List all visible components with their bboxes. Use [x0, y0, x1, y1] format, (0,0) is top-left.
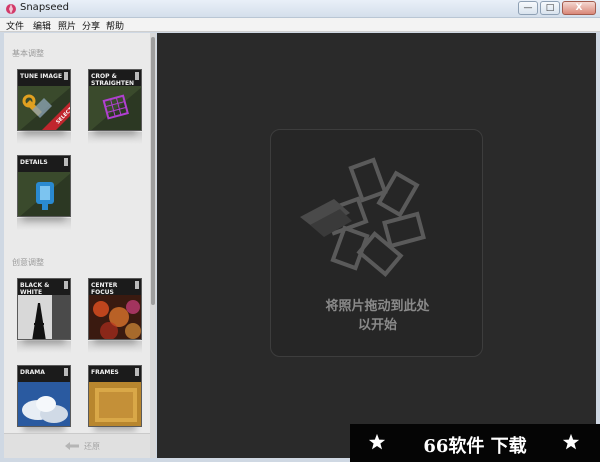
bokeh-photo — [89, 295, 141, 339]
tile-reflection — [88, 341, 142, 353]
tile-corner-mark — [64, 158, 68, 166]
tile-black-white[interactable]: BLACK & WHITE — [17, 278, 71, 340]
menu-bar: 文件 编辑 照片 分享 帮助 — [0, 18, 600, 32]
tile-corner-mark — [135, 72, 139, 80]
tile-label: CENTER FOCUS — [91, 282, 118, 296]
tools-icon: SELECTIVE — [18, 86, 70, 130]
tile-reflection — [17, 218, 71, 230]
tile-label: FRAMES — [91, 369, 119, 376]
menu-photo[interactable]: 照片 — [58, 19, 76, 32]
undo-button[interactable]: 还原 — [84, 441, 100, 452]
tile-label: CROP & STRAIGHTEN — [91, 73, 135, 87]
watermark-banner: 66软件 下载 — [350, 424, 600, 462]
photo-canvas[interactable]: 将照片拖动到此处 以开始 — [157, 33, 596, 458]
tile-crop-straighten[interactable]: CROP & STRAIGHTEN — [88, 69, 142, 131]
tile-corner-mark — [64, 72, 68, 80]
tile-label: BLACK & WHITE — [20, 282, 50, 296]
title-bar: Snapseed — □ X — [0, 0, 600, 18]
menu-edit[interactable]: 编辑 — [33, 19, 51, 32]
undo-arrow-icon[interactable] — [64, 441, 80, 451]
menu-file[interactable]: 文件 — [6, 19, 24, 32]
tile-corner-mark — [64, 281, 68, 289]
drop-hint-line2: 以开始 — [357, 318, 397, 333]
tile-label: DRAMA — [20, 369, 45, 376]
star-icon — [562, 433, 580, 450]
tile-reflection — [17, 341, 71, 353]
window-title: Snapseed — [20, 2, 70, 13]
snapseed-app-icon — [6, 4, 16, 14]
watermark-text: 66软件 下载 — [423, 436, 527, 457]
crop-icon — [89, 86, 141, 130]
tile-corner-mark — [64, 368, 68, 376]
tile-drama[interactable]: DRAMA — [17, 365, 71, 427]
tile-reflection — [17, 132, 71, 144]
cloud-photo — [18, 382, 70, 426]
maximize-button[interactable]: □ — [540, 1, 560, 15]
tile-corner-mark — [135, 368, 139, 376]
section-creative-label: 创意调整 — [12, 258, 44, 267]
snapseed-logo-icon — [300, 157, 426, 277]
sidebar-scrollbar[interactable] — [150, 33, 156, 458]
filter-sidebar: 基本调整 TUNE IMAGE SELECTIVE CROP & STRAIGH… — [4, 33, 156, 458]
tile-reflection — [88, 132, 142, 144]
tile-tune-image[interactable]: TUNE IMAGE SELECTIVE — [17, 69, 71, 131]
tile-details[interactable]: DETAILS — [17, 155, 71, 217]
photo-drop-zone[interactable]: 将照片拖动到此处 以开始 — [270, 129, 483, 357]
close-button[interactable]: X — [562, 1, 596, 15]
menu-share[interactable]: 分享 — [82, 19, 100, 32]
tile-corner-mark — [135, 281, 139, 289]
detail-magnifier-icon — [18, 172, 70, 216]
eiffel-photo — [18, 295, 70, 339]
section-basic-label: 基本调整 — [12, 49, 44, 58]
star-icon — [368, 433, 386, 450]
minimize-button[interactable]: — — [518, 1, 538, 15]
frame-photo — [89, 382, 141, 426]
tile-label: TUNE IMAGE — [20, 73, 63, 80]
sidebar-footer: 还原 — [4, 433, 150, 458]
menu-help[interactable]: 帮助 — [106, 19, 124, 32]
drop-hint-line1: 将照片拖动到此处 — [325, 299, 430, 314]
scrollbar-thumb[interactable] — [151, 37, 155, 305]
tile-frames[interactable]: FRAMES — [88, 365, 142, 427]
tile-center-focus[interactable]: CENTER FOCUS — [88, 278, 142, 340]
tile-label: DETAILS — [20, 159, 48, 166]
